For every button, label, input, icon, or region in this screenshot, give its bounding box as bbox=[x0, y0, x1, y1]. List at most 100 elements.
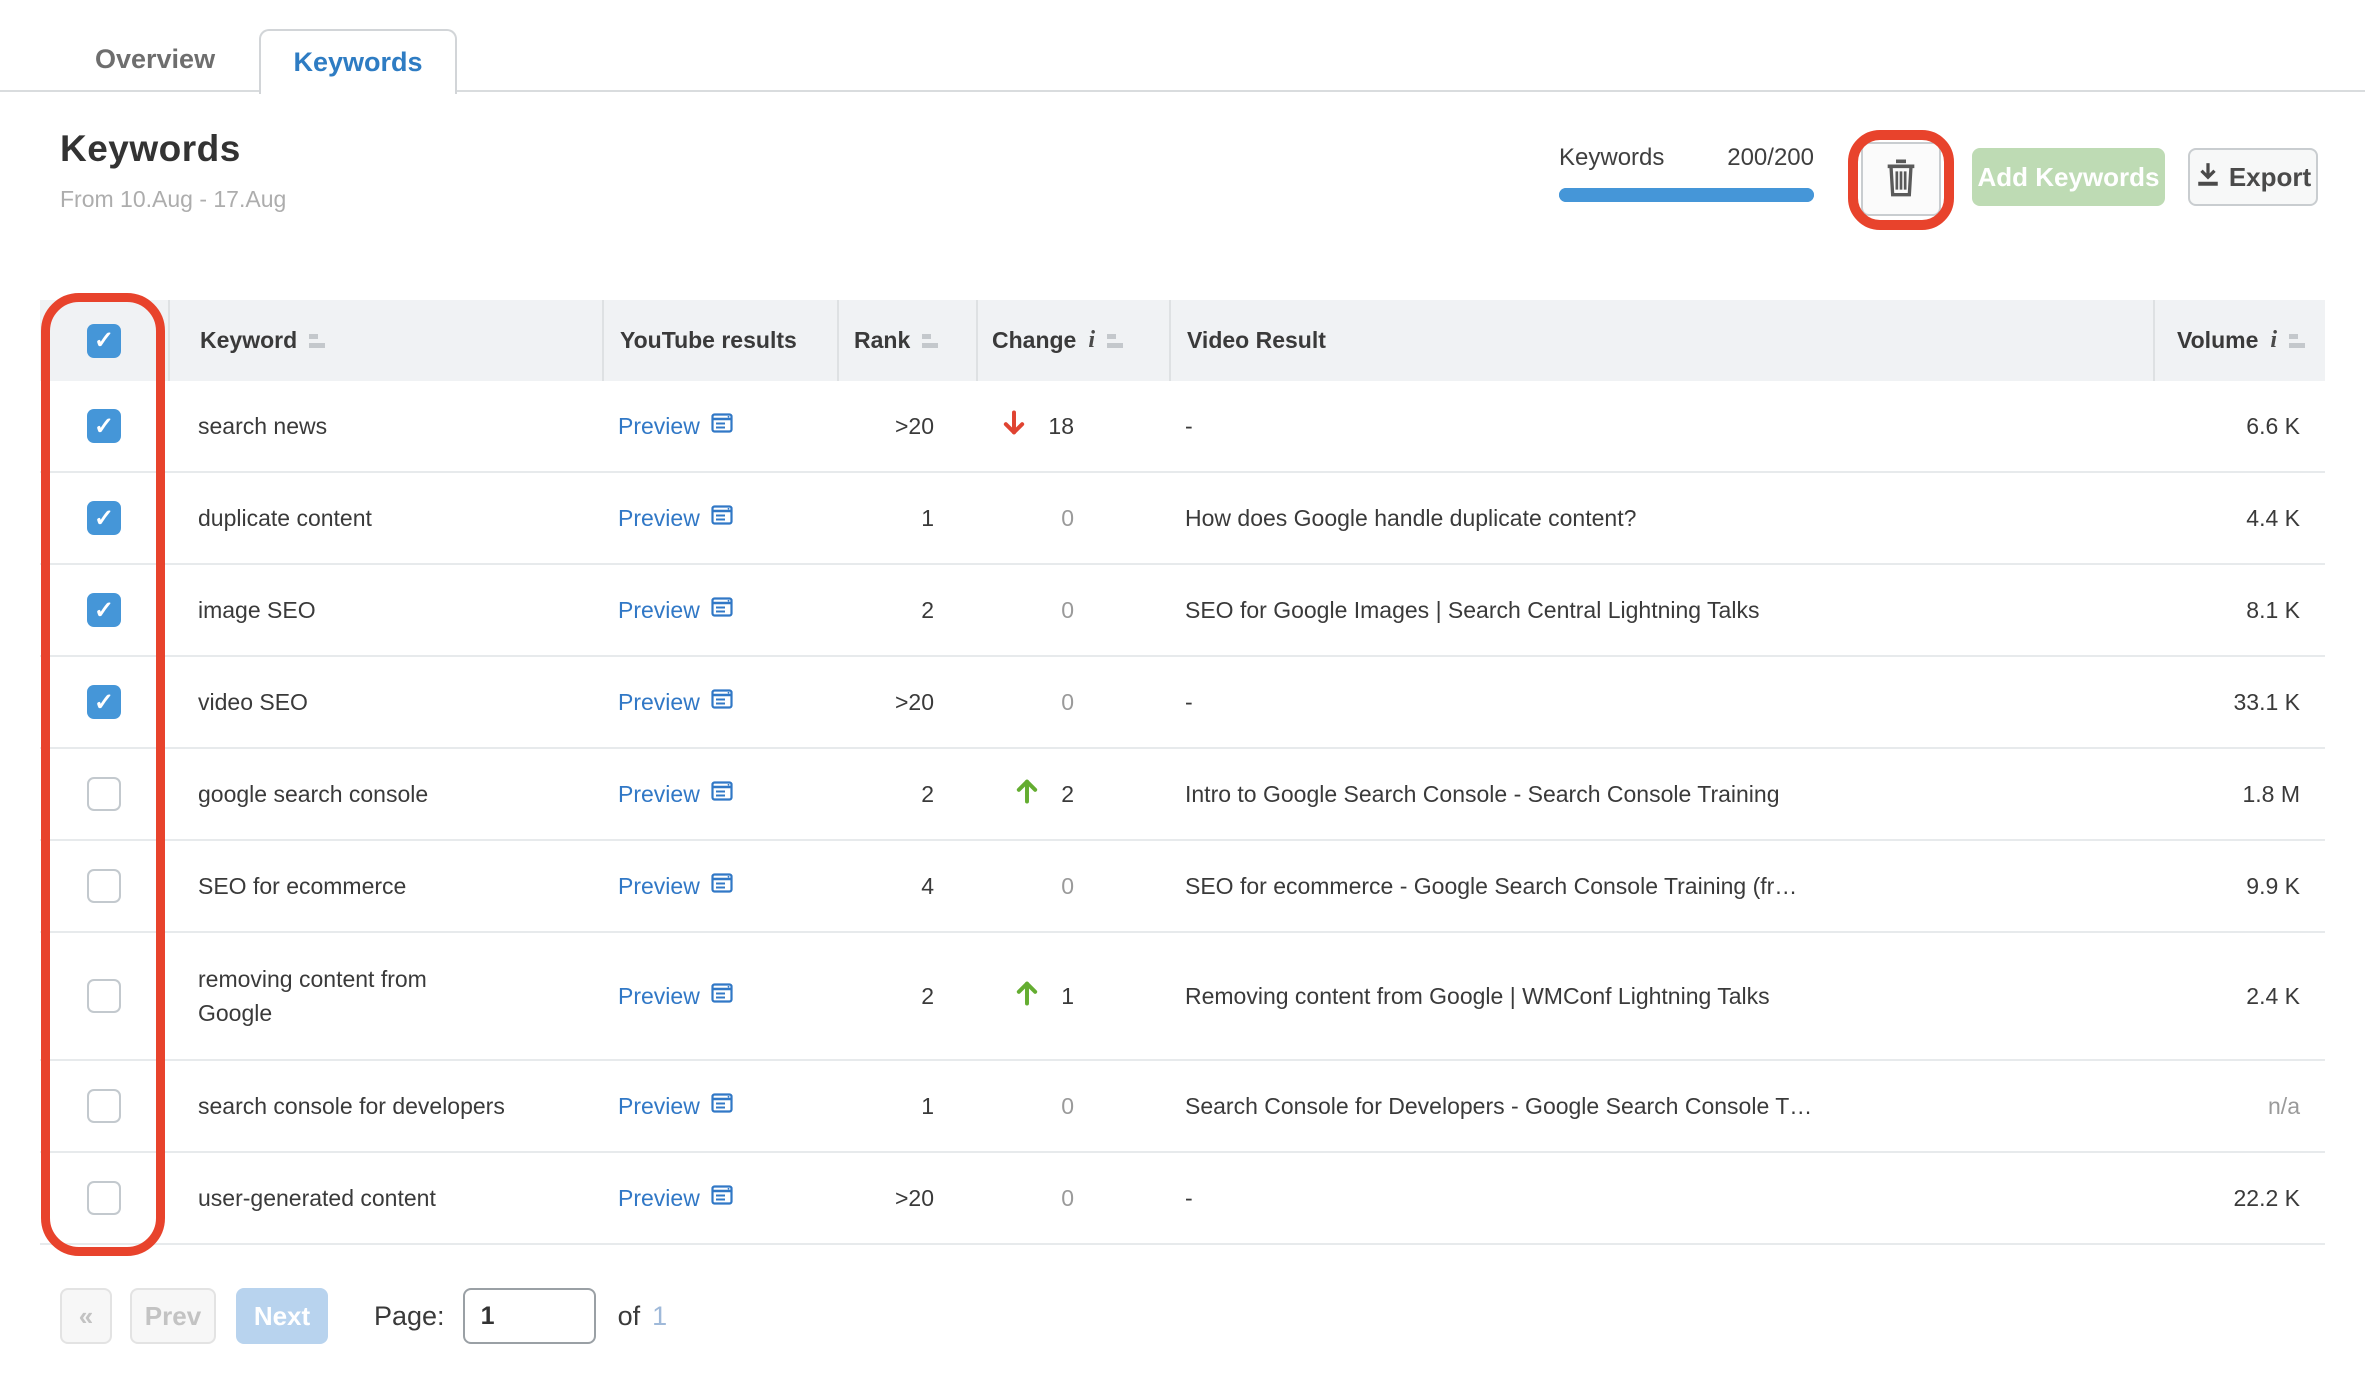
row-checkbox[interactable] bbox=[87, 869, 121, 903]
change-value: 0 bbox=[1061, 1184, 1074, 1211]
rank-value: 4 bbox=[921, 872, 934, 899]
delete-button[interactable] bbox=[1861, 142, 1941, 216]
table-row: ✓ search news Preview >20 18 - 6.6 K bbox=[40, 381, 2325, 473]
sort-icon bbox=[922, 333, 939, 348]
row-checkbox[interactable] bbox=[87, 1089, 121, 1123]
row-checkbox[interactable]: ✓ bbox=[87, 501, 121, 535]
row-checkbox[interactable] bbox=[87, 777, 121, 811]
preview-link[interactable]: Preview bbox=[618, 1183, 837, 1213]
export-label: Export bbox=[2228, 161, 2312, 192]
info-icon[interactable]: i bbox=[1088, 327, 1095, 354]
keyword-text: SEO for ecommerce bbox=[198, 873, 407, 899]
tab-keywords[interactable]: Keywords bbox=[259, 29, 457, 94]
preview-window-icon bbox=[710, 981, 734, 1011]
table-row: ✓ video SEO Preview >20 0 - 33.1 K bbox=[40, 657, 2325, 749]
volume-value: 4.4 K bbox=[2246, 504, 2300, 531]
preview-link[interactable]: Preview bbox=[618, 595, 837, 625]
preview-window-icon bbox=[710, 1183, 734, 1213]
table-row: ✓ image SEO Preview 2 0 SEO for Google I… bbox=[40, 565, 2325, 657]
toolbar: Keywords 200/200 Add Keywords Export bbox=[1559, 130, 2318, 230]
page-header: Keywords From 10.Aug - 17.Aug bbox=[60, 128, 286, 213]
table-header: ✓ Keyword YouTube results Rank Change i … bbox=[40, 300, 2325, 381]
change-arrow-icon bbox=[1002, 409, 1026, 443]
sort-icon bbox=[2289, 333, 2306, 348]
column-header-video-result: Video Result bbox=[1169, 300, 2153, 381]
column-header-change[interactable]: Change i bbox=[976, 300, 1169, 381]
preview-link[interactable]: Preview bbox=[618, 411, 837, 441]
column-label-video-result: Video Result bbox=[1187, 327, 1326, 353]
preview-link[interactable]: Preview bbox=[618, 779, 837, 809]
keywords-table: ✓ Keyword YouTube results Rank Change i … bbox=[40, 300, 2325, 1245]
info-icon[interactable]: i bbox=[2270, 327, 2277, 354]
tab-bar: Overview Keywords bbox=[0, 0, 2365, 94]
change-value: 0 bbox=[1061, 504, 1074, 531]
preview-link[interactable]: Preview bbox=[618, 871, 837, 901]
volume-value: 1.8 M bbox=[2242, 780, 2300, 807]
preview-link[interactable]: Preview bbox=[618, 1091, 837, 1121]
limit-value: 200/200 bbox=[1727, 144, 1814, 171]
export-button[interactable]: Export bbox=[2188, 148, 2318, 206]
limit-progress-fill bbox=[1559, 188, 1814, 202]
limit-label: Keywords bbox=[1559, 144, 1665, 171]
sort-icon bbox=[309, 333, 326, 348]
table-row: search console for developers Preview 1 bbox=[40, 1061, 2325, 1153]
row-checkbox[interactable]: ✓ bbox=[87, 685, 121, 719]
table-row: ✓ duplicate content Preview 1 0 How does… bbox=[40, 473, 2325, 565]
change-value: 0 bbox=[1061, 688, 1074, 715]
preview-link[interactable]: Preview bbox=[618, 687, 837, 717]
keyword-text: google search console bbox=[198, 781, 429, 807]
row-checkbox[interactable]: ✓ bbox=[87, 593, 121, 627]
change-value: 18 bbox=[1048, 412, 1074, 439]
delete-button-wrap bbox=[1848, 130, 1954, 230]
preview-label: Preview bbox=[618, 982, 700, 1009]
video-result-text: SEO for ecommerce - Google Search Consol… bbox=[1185, 872, 1798, 899]
column-header-volume[interactable]: Volume i bbox=[2153, 300, 2325, 381]
preview-window-icon bbox=[710, 1091, 734, 1121]
preview-link[interactable]: Preview bbox=[618, 981, 837, 1011]
preview-window-icon bbox=[710, 871, 734, 901]
column-header-keyword[interactable]: Keyword bbox=[168, 300, 602, 381]
keywords-page: Overview Keywords Keywords From 10.Aug -… bbox=[0, 0, 2365, 1384]
select-all-checkbox[interactable]: ✓ bbox=[87, 323, 121, 358]
volume-value: n/a bbox=[2268, 1092, 2300, 1119]
row-checkbox[interactable]: ✓ bbox=[87, 409, 121, 443]
rank-value: 2 bbox=[921, 780, 934, 807]
pagination: « Prev Next Page: of 1 bbox=[60, 1288, 667, 1344]
column-label-change: Change bbox=[992, 327, 1077, 353]
keyword-text: user-generated content bbox=[198, 1185, 436, 1211]
volume-value: 8.1 K bbox=[2246, 596, 2300, 623]
column-label-youtube-results: YouTube results bbox=[620, 327, 797, 353]
rank-value: 1 bbox=[921, 504, 934, 531]
change-value: 0 bbox=[1061, 1092, 1074, 1119]
column-header-youtube-results: YouTube results bbox=[602, 300, 837, 381]
page-label: Page: bbox=[374, 1300, 445, 1331]
add-keywords-button[interactable]: Add Keywords bbox=[1972, 148, 2165, 206]
keyword-text: removing content from Google bbox=[198, 966, 427, 1026]
prev-page-button[interactable]: Prev bbox=[130, 1288, 216, 1344]
first-page-button[interactable]: « bbox=[60, 1288, 112, 1344]
keyword-text: search news bbox=[198, 413, 328, 439]
trash-icon bbox=[1881, 156, 1921, 203]
preview-label: Preview bbox=[618, 780, 700, 807]
tab-overview[interactable]: Overview bbox=[95, 44, 215, 75]
column-label-volume: Volume bbox=[2177, 327, 2259, 353]
row-checkbox[interactable] bbox=[87, 979, 121, 1013]
page-number-input[interactable] bbox=[462, 1288, 596, 1344]
video-result-text: Removing content from Google | WMConf Li… bbox=[1185, 982, 1770, 1009]
table-row: removing content from Google Preview 2 1… bbox=[40, 933, 2325, 1061]
preview-window-icon bbox=[710, 687, 734, 717]
rank-value: 2 bbox=[921, 982, 934, 1009]
next-page-button[interactable]: Next bbox=[236, 1288, 328, 1344]
sort-icon bbox=[1107, 333, 1124, 348]
preview-label: Preview bbox=[618, 688, 700, 715]
column-header-rank[interactable]: Rank bbox=[837, 300, 976, 381]
row-checkbox[interactable] bbox=[87, 1181, 121, 1215]
volume-value: 33.1 K bbox=[2233, 688, 2301, 715]
change-value: 0 bbox=[1061, 872, 1074, 899]
tab-keywords-label: Keywords bbox=[293, 47, 423, 77]
column-label-rank: Rank bbox=[854, 327, 911, 353]
rank-value: 2 bbox=[921, 596, 934, 623]
total-pages: 1 bbox=[652, 1300, 668, 1331]
volume-value: 2.4 K bbox=[2246, 982, 2300, 1009]
preview-link[interactable]: Preview bbox=[618, 503, 837, 533]
